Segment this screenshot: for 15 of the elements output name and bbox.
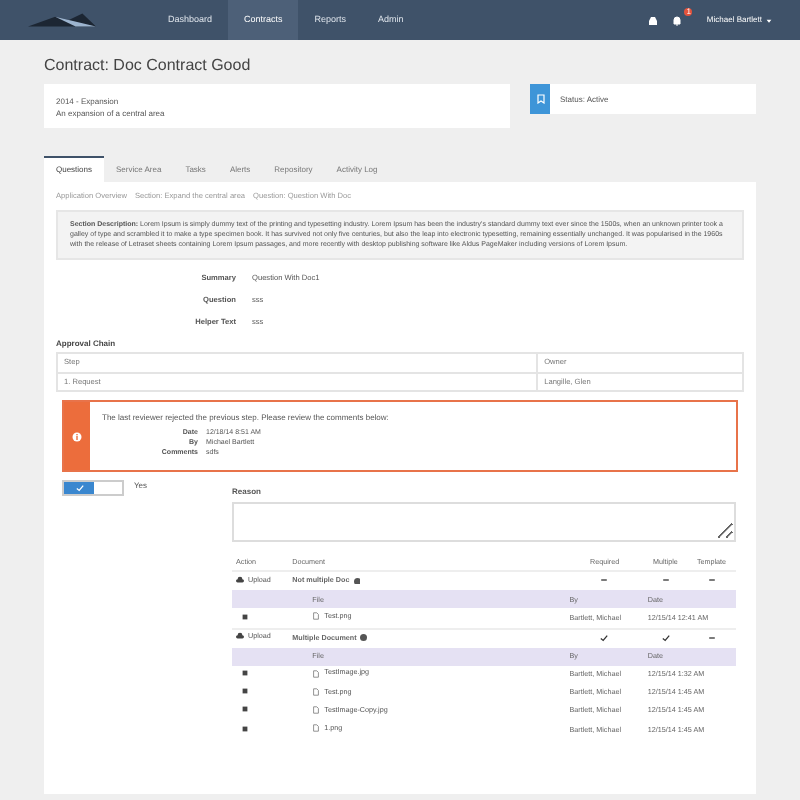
caret-icon: [766, 17, 772, 23]
cloud-icon: [236, 576, 244, 585]
file-icon: [312, 612, 321, 621]
help-icon: [360, 634, 368, 642]
reason-field[interactable]: [232, 501, 736, 542]
bell-icon[interactable]: [672, 15, 683, 25]
check-icon: [75, 484, 83, 493]
info-icon: [72, 431, 82, 442]
toggle-switch[interactable]: [62, 480, 124, 497]
cloud-icon: [236, 632, 244, 641]
help-icon: [353, 577, 361, 585]
bookmark-icon: [535, 94, 545, 105]
page-title: Contract: Doc Contract Good: [44, 56, 253, 77]
inbox-icon[interactable]: [648, 15, 659, 25]
mountain-logo: [28, 12, 96, 28]
